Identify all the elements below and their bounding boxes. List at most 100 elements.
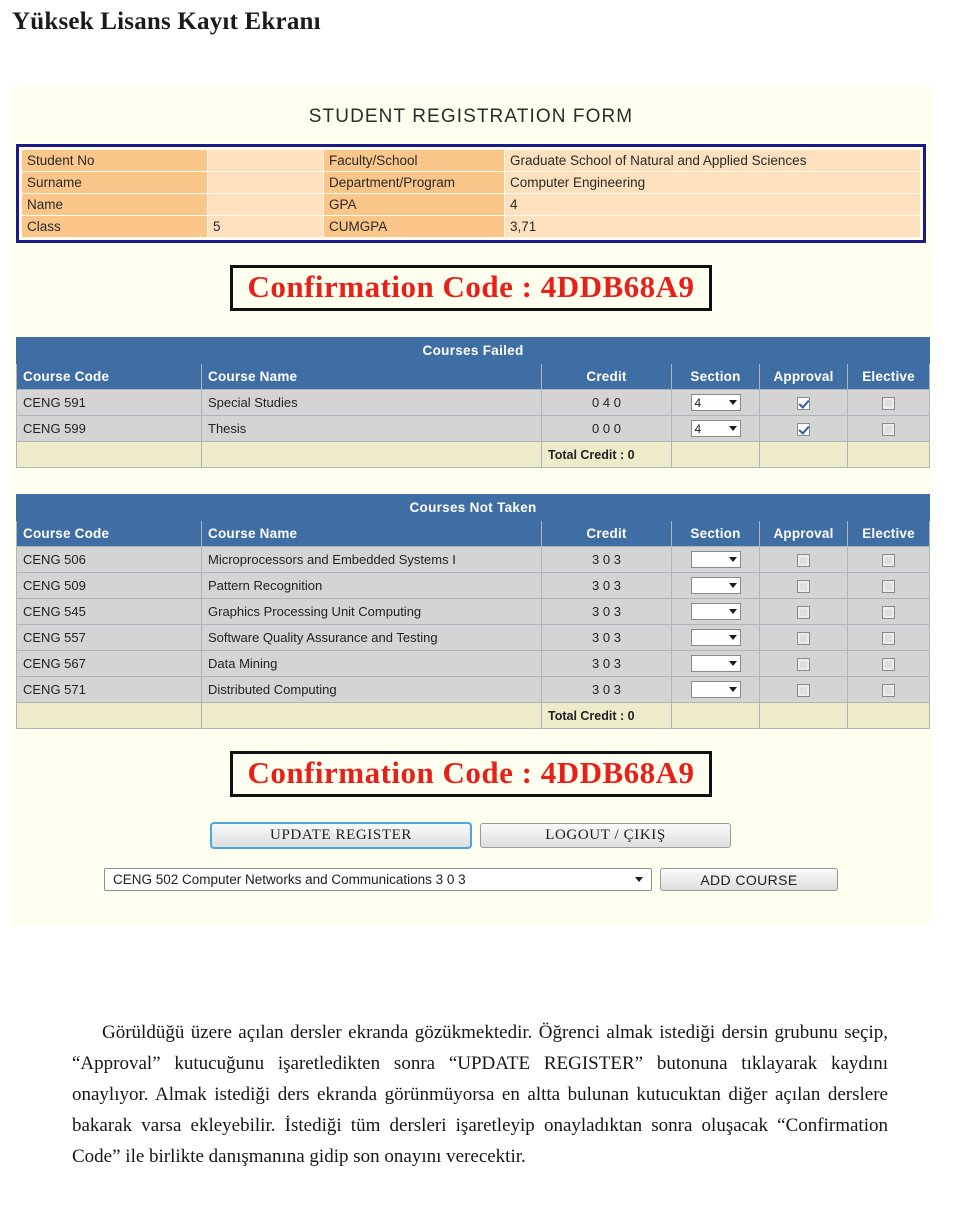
add-course-button[interactable]: ADD COURSE (660, 868, 838, 891)
course-name: Software Quality Assurance and Testing (201, 624, 542, 651)
confirmation-code-top-box: Confirmation Code : 4DDB68A9 (230, 265, 712, 311)
section-value: 4 (694, 395, 702, 410)
course-credit: 3 0 3 (541, 650, 672, 677)
approval-cell (759, 624, 848, 651)
section-select[interactable] (690, 577, 741, 595)
elective-checkbox[interactable] (882, 684, 896, 698)
header-elective: Elective (846, 363, 931, 390)
elective-cell (846, 546, 931, 573)
header-approval: Approval (759, 520, 848, 547)
section-select[interactable] (690, 603, 741, 621)
courses-not-taken-table: Courses Not Taken Course Code Course Nam… (15, 494, 931, 729)
elective-checkbox[interactable] (882, 658, 896, 672)
approval-checkbox[interactable] (797, 397, 810, 411)
elective-checkbox[interactable] (882, 580, 896, 594)
chevron-down-icon (728, 661, 737, 667)
description-paragraph: Görüldüğü üzere açılan dersler ekranda g… (72, 1022, 888, 1167)
elective-cell (846, 415, 931, 442)
table-row: Name GPA 4 (22, 194, 920, 215)
course-name: Distributed Computing (201, 676, 542, 703)
total-spacer-section (671, 441, 760, 468)
course-name: Graphics Processing Unit Computing (201, 598, 542, 625)
total-spacer-elective (846, 441, 931, 468)
course-code: CENG 599 (16, 415, 202, 442)
confirmation-code-bottom-text: Confirmation Code : 4DDB68A9 (247, 755, 695, 790)
header-course-code: Course Code (16, 363, 202, 390)
update-register-button[interactable]: UPDATE REGISTER (210, 822, 472, 849)
chevron-down-icon (728, 426, 737, 432)
course-code: CENG 506 (16, 546, 202, 573)
course-name: Data Mining (201, 650, 542, 677)
department-label: Department/Program (324, 172, 504, 193)
student-info-rows: Student No Faculty/School Graduate Schoo… (22, 150, 920, 237)
elective-checkbox[interactable] (882, 423, 896, 437)
courses-not-taken-header-row: Course Code Course Name Credit Section A… (16, 520, 931, 547)
table-row: CENG 599 Thesis 0 0 0 4 (16, 415, 931, 442)
add-course-select[interactable]: CENG 502 Computer Networks and Communica… (104, 868, 652, 891)
approval-checkbox[interactable] (797, 606, 810, 620)
course-credit: 3 0 3 (541, 676, 672, 703)
course-name: Pattern Recognition (201, 572, 542, 599)
gpa-value: 4 (505, 194, 920, 215)
section-select[interactable]: 4 (690, 420, 741, 438)
section-select[interactable] (690, 629, 741, 647)
total-spacer-section (671, 702, 760, 729)
elective-checkbox[interactable] (882, 632, 896, 646)
confirmation-code-bottom-row: Confirmation Code : 4DDB68A9 (10, 729, 932, 797)
student-no-label: Student No (22, 150, 207, 171)
approval-checkbox[interactable] (797, 423, 810, 437)
table-row: CENG 545 Graphics Processing Unit Comput… (16, 598, 931, 625)
chevron-down-icon (728, 400, 737, 406)
total-spacer-code (16, 441, 202, 468)
courses-failed-total: Total Credit : 0 (541, 441, 672, 468)
elective-checkbox[interactable] (882, 397, 896, 411)
total-spacer-elective (846, 702, 931, 729)
section-cell (671, 572, 760, 599)
logout-button[interactable]: LOGOUT / ÇIKIŞ (480, 823, 731, 848)
surname-value (208, 172, 323, 193)
name-value (208, 194, 323, 215)
section-cell (671, 676, 760, 703)
course-name: Thesis (201, 415, 542, 442)
header-course-name: Course Name (201, 520, 542, 547)
course-code: CENG 591 (16, 389, 202, 416)
header-section: Section (671, 520, 760, 547)
approval-checkbox[interactable] (797, 554, 810, 568)
courses-failed-caption: Courses Failed (15, 337, 931, 364)
section-cell (671, 650, 760, 677)
elective-checkbox[interactable] (882, 554, 896, 568)
section-cell: 4 (671, 389, 760, 416)
header-course-name: Course Name (201, 363, 542, 390)
table-row: CENG 506 Microprocessors and Embedded Sy… (16, 546, 931, 573)
approval-cell (759, 389, 848, 416)
course-credit: 3 0 3 (541, 546, 672, 573)
approval-cell (759, 676, 848, 703)
cumgpa-value: 3,71 (505, 216, 920, 237)
courses-failed-header-row: Course Code Course Name Credit Section A… (16, 363, 931, 390)
section-cell (671, 624, 760, 651)
faculty-value: Graduate School of Natural and Applied S… (505, 150, 920, 171)
elective-cell (846, 598, 931, 625)
section-select[interactable] (690, 681, 741, 699)
courses-not-taken-caption: Courses Not Taken (15, 494, 931, 521)
elective-cell (846, 650, 931, 677)
class-value: 5 (208, 216, 323, 237)
department-value: Computer Engineering (505, 172, 920, 193)
page-title: Yüksek Lisans Kayıt Ekranı (12, 8, 321, 35)
approval-checkbox[interactable] (797, 580, 810, 594)
section-select[interactable] (690, 655, 741, 673)
confirmation-code-top-text: Confirmation Code : 4DDB68A9 (247, 269, 695, 304)
course-credit: 0 0 0 (541, 415, 672, 442)
elective-cell (846, 624, 931, 651)
approval-cell (759, 572, 848, 599)
approval-checkbox[interactable] (797, 632, 810, 646)
elective-checkbox[interactable] (882, 606, 896, 620)
approval-checkbox[interactable] (797, 684, 810, 698)
section-select[interactable] (690, 551, 741, 569)
approval-checkbox[interactable] (797, 658, 810, 672)
approval-cell (759, 415, 848, 442)
approval-cell (759, 598, 848, 625)
header-course-code: Course Code (16, 520, 202, 547)
header-credit: Credit (541, 363, 672, 390)
section-select[interactable]: 4 (690, 394, 741, 412)
